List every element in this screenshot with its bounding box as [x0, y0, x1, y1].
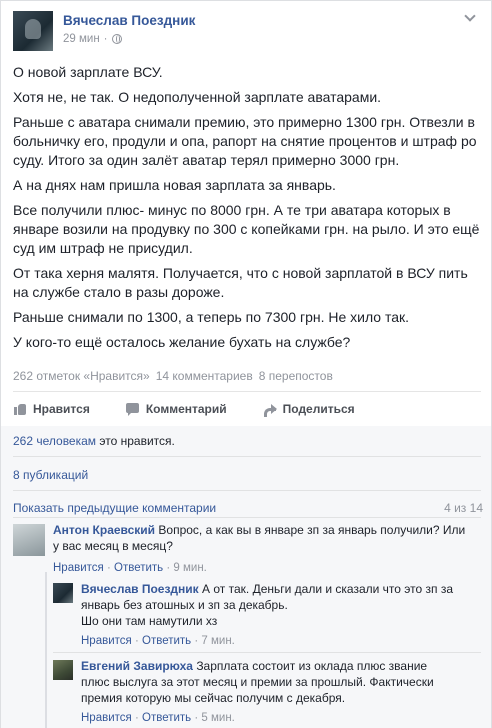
link-separator: · [166, 562, 171, 574]
comment-text-line: Вопрос, а как вы в январе зп за январь п… [158, 523, 466, 537]
comment-reply-link[interactable]: Ответить [114, 562, 163, 574]
avatar[interactable] [53, 583, 73, 603]
author-name[interactable]: Вячеслав Поездник [63, 13, 195, 28]
comments-pager-count: 4 из 14 [444, 501, 483, 515]
comment-body: Антон Краевский Вопрос, а как вы в январ… [53, 522, 483, 554]
shares-count-link[interactable]: 8 перепостов [259, 369, 333, 383]
like-button-label: Нравится [33, 402, 90, 416]
comment-text-line: Шо они там намутили хз [81, 614, 218, 628]
divider [13, 391, 481, 392]
comment-like-link[interactable]: Нравится [81, 712, 132, 724]
post-stats: 262 отметок «Нравится» 14 комментариев 8… [13, 369, 333, 383]
thumbs-up-icon [13, 402, 27, 416]
link-separator: · [106, 562, 111, 574]
comment-text-line: плюс выслуга за этот месяц и премии за п… [81, 675, 434, 689]
reply-thread-line [45, 572, 47, 728]
reply-comment: Евгений Завирюха Зарплата состоит из окл… [53, 658, 483, 724]
reply-comment: Вячеслав Поездник А от так. Деньги дали … [53, 581, 483, 649]
view-previous-comments-link[interactable]: Показать предыдущие комментарии [13, 501, 216, 515]
likes-suffix: это нравится. [99, 434, 175, 448]
comments-count-link[interactable]: 14 комментариев [156, 369, 253, 383]
divider [13, 517, 481, 518]
comment-author[interactable]: Евгений Завирюха [81, 659, 193, 673]
comment-actions: Нравится · Ответить · 9 мин. [53, 560, 207, 576]
post-paragraph: О новой зарплате ВСУ. [13, 64, 163, 80]
meta-separator: · [103, 33, 108, 45]
post-paragraph: Раньше снимали по 1300, а теперь по 7300… [13, 309, 410, 325]
comment-body: Евгений Завирюха Зарплата состоит из окл… [81, 658, 481, 706]
comment-actions: Нравится · Ответить · 5 мин. [81, 710, 235, 726]
post-paragraph: От така херня малятя. Получается, что с … [13, 265, 468, 300]
share-button[interactable]: Поделиться [263, 402, 355, 417]
post-paragraph: Хотя не, не так. О недополученной зарпла… [13, 89, 382, 105]
comment-button-label: Комментарий [145, 402, 227, 416]
comment-time[interactable]: 5 мин. [201, 712, 234, 724]
comment: Антон Краевский Вопрос, а как вы в январ… [13, 522, 483, 578]
comment-text-line: премия которую мы сейчас получим с декаб… [81, 691, 346, 705]
comment-icon [125, 402, 140, 416]
post-paragraph: У кого-то ещё осталось желание бухать на… [13, 334, 351, 350]
divider [53, 652, 481, 653]
likes-people-link[interactable]: 262 человекам [13, 434, 96, 448]
link-separator: · [194, 712, 199, 724]
comment-body: Вячеслав Поездник А от так. Деньги дали … [81, 581, 481, 629]
divider [13, 456, 481, 457]
comment-text-line: январь без атошных и зп за декабрь. [81, 598, 288, 612]
post-header: Вячеслав Поездник 29 мин · [13, 11, 483, 51]
post-paragraph: А на днях нам пришла новая зарплата за я… [13, 177, 336, 193]
likes-summary: 262 человекам это нравится. [13, 434, 175, 448]
feedback-section: 262 человекам это нравится. 8 публикаций… [1, 426, 491, 728]
post-paragraph: Раньше с аватара снимали премию, это при… [13, 114, 477, 168]
globe-icon[interactable] [111, 34, 122, 44]
comment-text-line: Зарплата состоит из оклада плюс звание [196, 659, 428, 673]
post-meta: 29 мин · [63, 33, 122, 45]
comment-reply-link[interactable]: Ответить [142, 712, 191, 724]
chevron-down-icon[interactable] [463, 11, 477, 25]
post-card: Вячеслав Поездник 29 мин · О новой зарпл… [0, 0, 492, 728]
likes-count-link[interactable]: 262 отметок «Нравится» [13, 369, 150, 383]
share-button-label: Поделиться [282, 402, 355, 416]
comment-reply-link[interactable]: Ответить [142, 635, 191, 647]
link-separator: · [134, 712, 139, 724]
comment-like-link[interactable]: Нравится [81, 635, 132, 647]
author-avatar[interactable] [13, 11, 53, 51]
link-separator: · [194, 635, 199, 647]
link-separator: · [134, 635, 139, 647]
post-timestamp[interactable]: 29 мин [63, 33, 100, 45]
comment-time[interactable]: 7 мин. [201, 635, 234, 647]
post-paragraph: Все получили плюс- минус по 8000 грн. А … [13, 202, 480, 256]
comment-actions: Нравится · Ответить · 7 мин. [81, 633, 235, 649]
comment-like-link[interactable]: Нравится [53, 562, 104, 574]
shares-link[interactable]: 8 публикаций [13, 468, 88, 482]
comment-time[interactable]: 9 мин. [173, 562, 206, 574]
share-icon [263, 402, 277, 417]
like-button[interactable]: Нравится [13, 402, 90, 416]
comment-button[interactable]: Комментарий [125, 402, 227, 416]
comment-text-line: у вас месяц в месяц? [53, 539, 173, 553]
avatar[interactable] [13, 524, 45, 556]
comment-author[interactable]: Вячеслав Поездник [81, 582, 199, 596]
comment-author[interactable]: Антон Краевский [53, 523, 155, 537]
action-bar: Нравится Комментарий Поделиться [13, 397, 391, 421]
avatar[interactable] [53, 660, 73, 680]
comment-text-line: А от так. Деньги дали и сказали что это … [202, 582, 454, 596]
divider [13, 490, 481, 491]
post-body: О новой зарплате ВСУ. Хотя не, не так. О… [13, 63, 483, 358]
